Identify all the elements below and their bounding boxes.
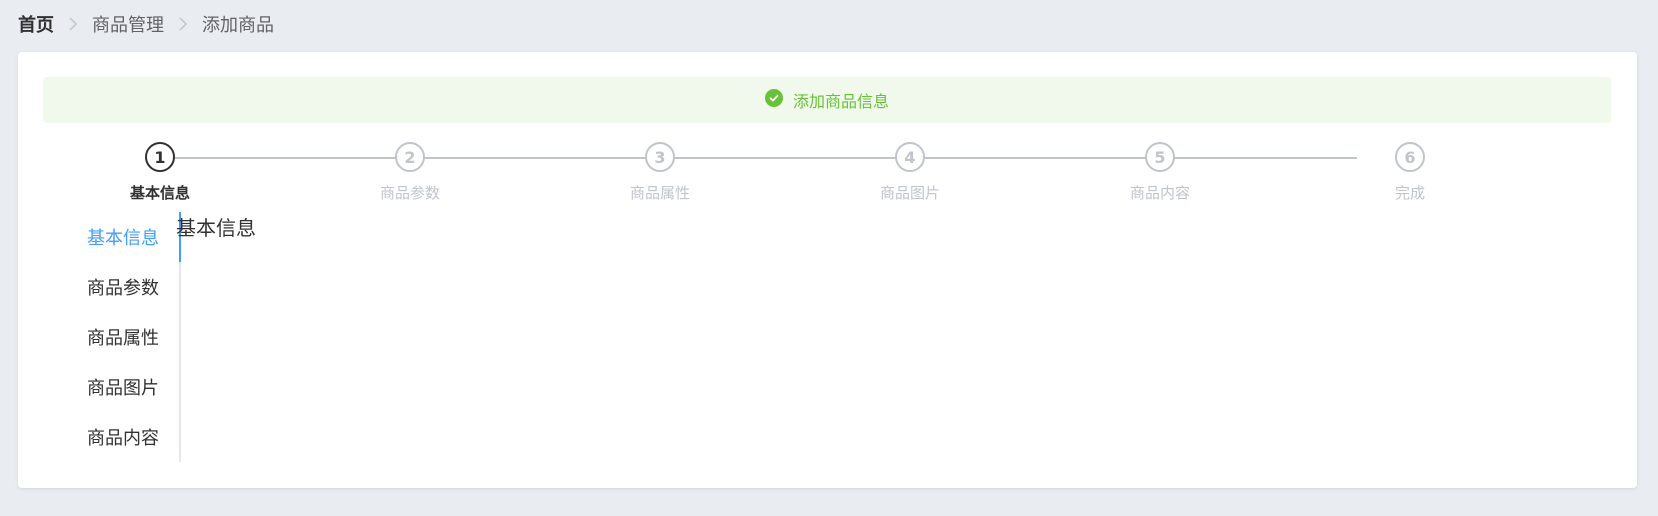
step-number: 1 bbox=[145, 142, 175, 172]
breadcrumb-add-goods: 添加商品 bbox=[202, 15, 274, 36]
breadcrumb-goods-management[interactable]: 商品管理 bbox=[92, 11, 164, 37]
tab-goods-content[interactable]: 商品内容 bbox=[87, 412, 159, 462]
check-circle-icon bbox=[764, 89, 783, 107]
steps-bar: 1 基本信息 2 商品参数 3 商品属性 4 商品图片 5 商品内容 6 完成 bbox=[18, 142, 1637, 212]
breadcrumb: 首页 商品管理 添加商品 bbox=[18, 10, 274, 38]
info-alert: 添加商品信息 bbox=[43, 77, 1611, 123]
tab-goods-params[interactable]: 商品参数 bbox=[87, 262, 159, 312]
tab-goods-images[interactable]: 商品图片 bbox=[87, 362, 159, 412]
step-label: 商品内容 bbox=[1129, 184, 1190, 202]
breadcrumb-home[interactable]: 首页 bbox=[18, 11, 54, 37]
vertical-tabs: 基本信息 商品参数 商品属性 商品图片 商品内容 bbox=[43, 212, 181, 462]
tab-goods-attrs[interactable]: 商品属性 bbox=[87, 312, 159, 362]
step-label: 商品属性 bbox=[629, 184, 690, 202]
step-number: 2 bbox=[395, 142, 425, 172]
step-basic-info: 1 基本信息 bbox=[80, 142, 240, 203]
step-goods-attrs: 3 商品属性 bbox=[580, 142, 740, 203]
step-number: 6 bbox=[1395, 142, 1425, 172]
alert-text: 添加商品信息 bbox=[792, 92, 889, 111]
step-number: 4 bbox=[895, 142, 925, 172]
step-goods-images: 4 商品图片 bbox=[830, 142, 990, 203]
chevron-right-icon bbox=[178, 17, 188, 31]
chevron-right-icon bbox=[68, 17, 78, 31]
pane-title: 基本信息 bbox=[176, 216, 256, 240]
step-goods-content: 5 商品内容 bbox=[1080, 142, 1240, 203]
step-label: 基本信息 bbox=[129, 184, 190, 202]
tab-basic-info[interactable]: 基本信息 bbox=[87, 212, 159, 262]
step-label: 商品图片 bbox=[879, 184, 940, 202]
step-goods-params: 2 商品参数 bbox=[330, 142, 490, 203]
step-complete: 6 完成 bbox=[1330, 142, 1490, 203]
step-label: 完成 bbox=[1394, 184, 1425, 202]
step-number: 5 bbox=[1145, 142, 1175, 172]
step-label: 商品参数 bbox=[379, 184, 440, 202]
step-number: 3 bbox=[645, 142, 675, 172]
main-card: 添加商品信息 1 基本信息 2 商品参数 3 商品属性 4 商品图片 5 商品内… bbox=[18, 52, 1637, 488]
